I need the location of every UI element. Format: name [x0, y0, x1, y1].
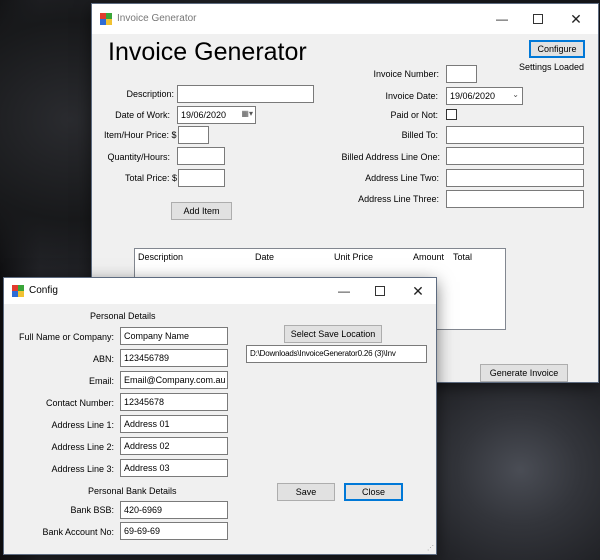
billed-address-line-one-input[interactable] [446, 147, 584, 165]
column-header-total[interactable]: Total [453, 252, 472, 262]
minimize-icon[interactable]: — [484, 4, 520, 34]
billed-address-line-one-label: Billed Address Line One: [341, 152, 440, 162]
item-price-label: Item/Hour Price: $ [104, 130, 177, 140]
invoice-date-picker[interactable]: 19/06/2020 ⌄ [446, 87, 523, 105]
config-minimize-icon[interactable]: — [326, 278, 362, 304]
invoice-date-value: 19/06/2020 [450, 91, 496, 101]
bank-bsb-input[interactable]: 420-6969 [120, 501, 228, 519]
full-name-label: Full Name or Company: [18, 332, 114, 342]
total-price-input[interactable] [178, 169, 225, 187]
date-of-work-picker[interactable]: 19/06/2020 ▦▾ [177, 106, 256, 124]
bank-account-input[interactable]: 69-69-69 [120, 522, 228, 540]
billed-to-label: Billed To: [401, 130, 438, 140]
address-line-2-input[interactable]: Address 02 [120, 437, 228, 455]
description-input[interactable] [177, 85, 314, 103]
address-line-three-label: Address Line Three: [358, 194, 439, 204]
main-titlebar[interactable]: Invoice Generator — ✕ [92, 4, 598, 34]
date-of-work-value: 19/06/2020 [181, 110, 227, 120]
full-name-input[interactable]: Company Name [120, 327, 228, 345]
abn-label: ABN: [92, 354, 114, 364]
contact-number-input[interactable]: 12345678 [120, 393, 228, 411]
close-icon[interactable]: ✕ [558, 4, 594, 34]
invoice-number-input[interactable] [446, 65, 477, 83]
billed-to-input[interactable] [446, 126, 584, 144]
config-maximize-icon[interactable] [362, 278, 398, 304]
item-price-input[interactable] [178, 126, 209, 144]
app-icon [100, 13, 112, 25]
address-line-1-label: Address Line 1: [51, 420, 114, 430]
settings-status: Settings Loaded [519, 62, 585, 72]
invoice-number-label: Invoice Number: [373, 69, 439, 79]
email-input[interactable]: Email@Company.com.au [120, 371, 228, 389]
config-app-icon [12, 285, 24, 297]
calendar-dropdown-icon[interactable]: ▦▾ [241, 109, 253, 118]
personal-details-header: Personal Details [90, 311, 156, 321]
bank-bsb-label: Bank BSB: [70, 505, 114, 515]
invoice-date-label: Invoice Date: [385, 91, 438, 101]
main-window-title: Invoice Generator [117, 13, 197, 24]
resize-grip-icon[interactable]: ⋰ [427, 545, 434, 552]
address-line-two-input[interactable] [446, 169, 584, 187]
column-header-description[interactable]: Description [138, 252, 183, 262]
address-line-3-input[interactable]: Address 03 [120, 459, 228, 477]
bank-account-label: Bank Account No: [42, 527, 114, 537]
bank-details-header: Personal Bank Details [88, 486, 177, 496]
contact-number-label: Contact Number: [45, 398, 114, 408]
description-label: Description: [126, 89, 174, 99]
address-line-two-label: Address Line Two: [365, 173, 439, 183]
abn-input[interactable]: 123456789 [120, 349, 228, 367]
quantity-input[interactable] [177, 147, 225, 165]
address-line-three-input[interactable] [446, 190, 584, 208]
save-button[interactable]: Save [277, 483, 335, 501]
config-titlebar[interactable]: Config — ✕ [4, 278, 436, 304]
address-line-2-label: Address Line 2: [51, 442, 114, 452]
config-window-title: Config [29, 285, 58, 296]
configure-button[interactable]: Configure [529, 40, 585, 58]
maximize-icon[interactable] [520, 4, 556, 34]
close-button[interactable]: Close [344, 483, 403, 501]
date-of-work-label: Date of Work: [115, 110, 170, 120]
total-price-label: Total Price: $ [124, 173, 177, 183]
add-item-button[interactable]: Add Item [171, 202, 232, 220]
quantity-label: Quantity/Hours: [107, 152, 170, 162]
generate-invoice-button[interactable]: Generate Invoice [480, 364, 568, 382]
paid-checkbox[interactable] [446, 109, 457, 120]
chevron-down-icon[interactable]: ⌄ [512, 90, 519, 99]
config-close-icon[interactable]: ✕ [400, 278, 436, 304]
address-line-3-label: Address Line 3: [51, 464, 114, 474]
app-heading: Invoice Generator [108, 38, 307, 66]
save-path-field[interactable]: D:\Downloads\InvoiceGenerator0.26 (3)\In… [246, 345, 427, 363]
column-header-date[interactable]: Date [255, 252, 274, 262]
config-window: Config — ✕ Personal Details Full Name or… [4, 278, 436, 554]
paid-label: Paid or Not: [390, 110, 438, 120]
column-header-unit-price[interactable]: Unit Price [334, 252, 373, 262]
email-label: Email: [88, 376, 114, 386]
select-save-location-button[interactable]: Select Save Location [284, 325, 382, 343]
column-header-amount[interactable]: Amount [413, 252, 444, 262]
address-line-1-input[interactable]: Address 01 [120, 415, 228, 433]
